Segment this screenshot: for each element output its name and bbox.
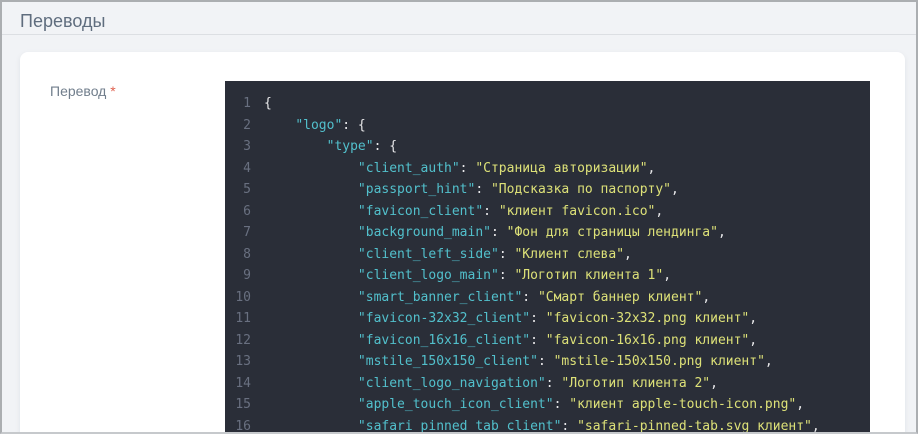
code-text: "mstile_150x150_client": "mstile-150x150…	[251, 351, 773, 373]
code-text: "smart_banner_client": "Смарт баннер кли…	[251, 287, 710, 309]
line-number: 10	[225, 287, 251, 309]
code-text: "favicon_client": "клиент favicon.ico",	[251, 201, 663, 223]
editor-line[interactable]: 4 "client_auth": "Страница авторизации",	[225, 158, 870, 180]
editor-line[interactable]: 11 "favicon-32x32_client": "favicon-32x3…	[225, 308, 870, 330]
field-label-column: Перевод *	[50, 81, 225, 101]
field-label: Перевод *	[50, 83, 116, 99]
page: Переводы Перевод * 1{2 "logo": {3 "type"…	[0, 0, 918, 434]
editor-line[interactable]: 14 "client_logo_navigation": "Логотип кл…	[225, 373, 870, 395]
line-number: 3	[225, 136, 251, 158]
line-number: 4	[225, 158, 251, 180]
code-text: "favicon-32x32_client": "favicon-32x32.p…	[251, 308, 757, 330]
form-card: Перевод * 1{2 "logo": {3 "type": {4 "cli…	[20, 52, 905, 434]
editor-lines: 1{2 "logo": {3 "type": {4 "client_auth":…	[225, 93, 870, 434]
line-number: 12	[225, 330, 251, 352]
field-label-text: Перевод	[50, 83, 106, 99]
line-number: 7	[225, 222, 251, 244]
line-number: 8	[225, 244, 251, 266]
line-number: 11	[225, 308, 251, 330]
editor-line[interactable]: 10 "smart_banner_client": "Смарт баннер …	[225, 287, 870, 309]
editor-line[interactable]: 1{	[225, 93, 870, 115]
code-text: "client_logo_main": "Логотип клиента 1",	[251, 265, 671, 287]
code-text: {	[251, 93, 272, 115]
page-header: Переводы	[2, 2, 916, 35]
editor-line[interactable]: 3 "type": {	[225, 136, 870, 158]
required-asterisk: *	[110, 83, 115, 99]
line-number: 5	[225, 179, 251, 201]
translation-form-row: Перевод * 1{2 "logo": {3 "type": {4 "cli…	[50, 81, 905, 434]
line-number: 16	[225, 416, 251, 434]
line-number: 15	[225, 394, 251, 416]
code-text: "client_auth": "Страница авторизации",	[251, 158, 655, 180]
editor-line[interactable]: 8 "client_left_side": "Клиент слева",	[225, 244, 870, 266]
editor-line[interactable]: 16 "safari_pinned_tab_client": "safari-p…	[225, 416, 870, 434]
editor-line[interactable]: 13 "mstile_150x150_client": "mstile-150x…	[225, 351, 870, 373]
code-text: "client_logo_navigation": "Логотип клиен…	[251, 373, 718, 395]
code-text: "client_left_side": "Клиент слева",	[251, 244, 632, 266]
code-text: "apple_touch_icon_client": "клиент apple…	[251, 394, 804, 416]
editor-line[interactable]: 7 "background_main": "Фон для страницы л…	[225, 222, 870, 244]
line-number: 14	[225, 373, 251, 395]
code-text: "background_main": "Фон для страницы лен…	[251, 222, 726, 244]
page-title: Переводы	[20, 10, 898, 32]
json-code-editor[interactable]: 1{2 "logo": {3 "type": {4 "client_auth":…	[225, 81, 870, 434]
content-area: Перевод * 1{2 "logo": {3 "type": {4 "cli…	[2, 35, 916, 434]
editor-line[interactable]: 9 "client_logo_main": "Логотип клиента 1…	[225, 265, 870, 287]
editor-line[interactable]: 15 "apple_touch_icon_client": "клиент ap…	[225, 394, 870, 416]
code-text: "favicon_16x16_client": "favicon-16x16.p…	[251, 330, 757, 352]
code-text: "type": {	[251, 136, 397, 158]
editor-line[interactable]: 5 "passport_hint": "Подсказка по паспорт…	[225, 179, 870, 201]
editor-line[interactable]: 6 "favicon_client": "клиент favicon.ico"…	[225, 201, 870, 223]
line-number: 2	[225, 115, 251, 137]
line-number: 13	[225, 351, 251, 373]
code-text: "safari_pinned_tab_client": "safari-pinn…	[251, 416, 820, 434]
line-number: 1	[225, 93, 251, 115]
editor-line[interactable]: 2 "logo": {	[225, 115, 870, 137]
line-number: 9	[225, 265, 251, 287]
line-number: 6	[225, 201, 251, 223]
code-text: "passport_hint": "Подсказка по паспорту"…	[251, 179, 679, 201]
editor-line[interactable]: 12 "favicon_16x16_client": "favicon-16x1…	[225, 330, 870, 352]
code-text: "logo": {	[251, 115, 366, 137]
